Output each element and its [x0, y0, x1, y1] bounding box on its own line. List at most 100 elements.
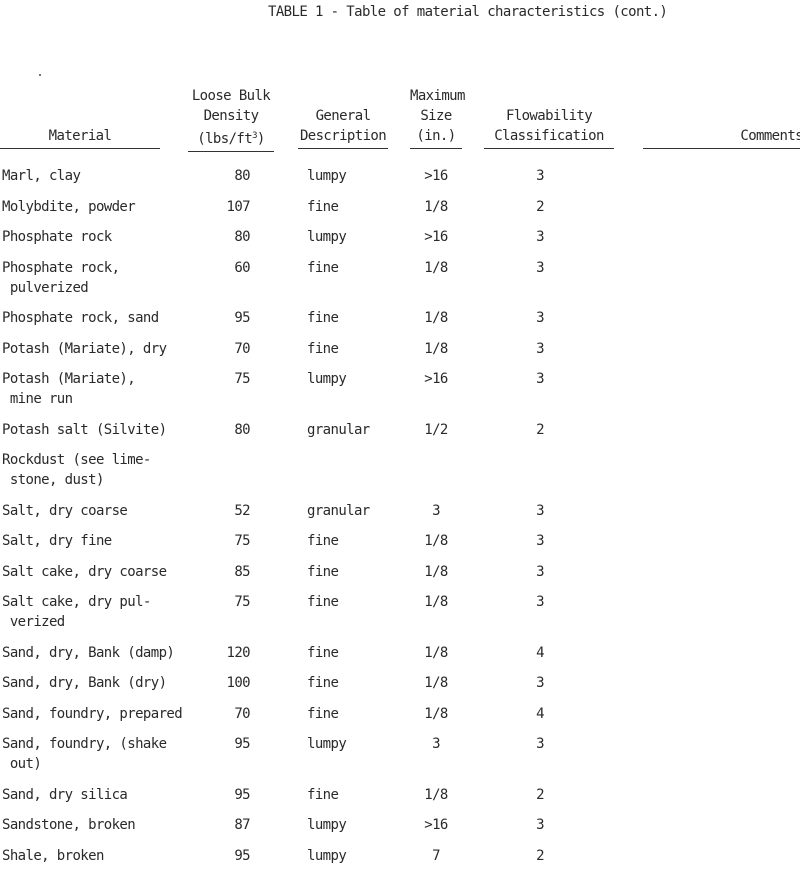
cell-description: lumpy	[307, 229, 347, 245]
cell-density: 95	[234, 786, 250, 803]
cell-material: Potash (Mariate), dry	[2, 340, 167, 357]
header-flow-line1: Flowability	[505, 108, 593, 124]
cell-material: Phosphate rock, sand	[2, 310, 159, 326]
cell-description: fine	[307, 533, 339, 549]
cell-flowability: 2	[536, 421, 544, 438]
cell-max-size: 1/8	[424, 340, 448, 357]
cell-material: Sand, foundry, (shake out)	[2, 736, 167, 772]
cell-max-size: >16	[424, 817, 448, 833]
cell-material: Phosphate rock, pulverized	[2, 259, 120, 296]
cell-description: fine	[307, 675, 339, 691]
cell-max-size: 3	[432, 736, 440, 752]
cell-flowability: 2	[536, 786, 544, 803]
table-title: TABLE 1 - Table of material characterist…	[268, 4, 668, 20]
cell-max-size: 7	[432, 847, 440, 864]
cell-flowability: 3	[536, 229, 544, 245]
cell-material: Sandstone, broken	[2, 817, 136, 833]
cell-description: granular	[307, 502, 370, 519]
cell-flowability: 3	[536, 340, 544, 357]
cell-material: Sand, dry silica	[2, 786, 128, 803]
cell-description: fine	[307, 259, 339, 276]
cell-material: Molybdite, powder	[2, 198, 136, 215]
cell-max-size: 1/8	[424, 533, 448, 549]
cell-material: Potash salt (Silvite)	[2, 421, 167, 438]
cell-density: 60	[234, 259, 250, 276]
header-density-line1: Loose Bulk	[191, 88, 271, 104]
header-flowability: Flowability Classification	[484, 106, 614, 149]
header-size-line3: (in.)	[410, 126, 462, 149]
cell-description: fine	[307, 644, 339, 661]
cell-flowability: 3	[536, 259, 544, 276]
cell-max-size: 1/8	[424, 644, 448, 661]
cell-max-size: 3	[432, 502, 440, 519]
header-density-unit: (lbs/ft	[197, 131, 253, 147]
cell-density: 70	[234, 705, 250, 722]
cell-flowability: 3	[536, 310, 544, 326]
cell-material: Marl, clay	[2, 168, 81, 184]
cell-density: 75	[234, 533, 250, 549]
header-flow-line2: Classification	[484, 126, 614, 149]
header-size-line2: Size	[420, 108, 452, 124]
cell-description: lumpy	[307, 168, 347, 184]
cell-description: lumpy	[307, 817, 347, 833]
header-max-size: Maximum Size (in.)	[410, 86, 465, 149]
cell-flowability: 3	[536, 594, 544, 610]
cell-max-size: 1/8	[424, 563, 448, 580]
cell-max-size: 1/8	[424, 675, 448, 691]
cell-flowability: 3	[536, 675, 544, 691]
cell-material: Potash (Mariate), mine run	[2, 371, 136, 407]
cell-flowability: 3	[536, 817, 544, 833]
cell-flowability: 4	[536, 705, 544, 722]
cell-density: 80	[234, 421, 250, 438]
cell-max-size: 1/2	[424, 421, 448, 438]
cell-description: fine	[307, 310, 339, 326]
cell-max-size: >16	[424, 168, 448, 184]
cell-density: 95	[234, 310, 250, 326]
cell-flowability: 3	[536, 502, 544, 519]
cell-material: Sand, dry, Bank (damp)	[2, 644, 175, 661]
cell-description: fine	[307, 705, 339, 722]
cell-density: 52	[234, 502, 250, 519]
header-comments-label: Comments	[643, 126, 800, 149]
cell-description: fine	[307, 594, 339, 610]
cell-flowability: 3	[536, 371, 544, 387]
header-description-line1: General	[315, 108, 371, 124]
cell-density: 120	[226, 644, 251, 661]
header-description-line2: Description	[298, 126, 388, 149]
cell-density: 107	[226, 198, 251, 215]
cell-max-size: 1/8	[424, 198, 448, 215]
cell-max-size: 1/8	[424, 705, 448, 722]
header-comments: Comments	[643, 126, 800, 149]
cell-density: 95	[234, 736, 250, 752]
cell-density: 70	[234, 340, 250, 357]
header-description: General Description	[298, 106, 388, 149]
header-material: Material	[0, 126, 160, 149]
cell-density: 85	[234, 563, 250, 580]
cell-description: fine	[307, 198, 339, 215]
cell-description: lumpy	[307, 847, 347, 864]
cell-max-size: 1/8	[424, 259, 448, 276]
cell-material: Phosphate rock	[2, 229, 112, 245]
cell-description: fine	[307, 563, 339, 580]
cell-max-size: >16	[424, 229, 448, 245]
cell-density: 80	[234, 229, 250, 245]
cell-flowability: 2	[536, 198, 544, 215]
cell-material: Rockdust (see lime- stone, dust)	[2, 452, 151, 488]
cell-flowability: 2	[536, 847, 544, 864]
cell-max-size: 1/8	[424, 310, 448, 326]
scan-speck	[39, 74, 41, 76]
cell-flowability: 3	[536, 168, 544, 184]
cell-density: 80	[234, 168, 250, 184]
header-size-line1: Maximum	[410, 88, 465, 104]
cell-flowability: 4	[536, 644, 544, 661]
cell-flowability: 3	[536, 736, 544, 752]
cell-flowability: 3	[536, 533, 544, 549]
header-density: Loose Bulk Density (lbs/ft3)	[188, 86, 274, 152]
cell-max-size: 1/8	[424, 594, 448, 610]
header-material-label: Material	[0, 126, 160, 149]
cell-material: Sand, dry, Bank (dry)	[2, 675, 167, 691]
cell-material: Salt cake, dry coarse	[2, 563, 167, 580]
cell-max-size: >16	[424, 371, 448, 387]
cell-description: fine	[307, 340, 339, 357]
cell-density: 100	[226, 675, 251, 691]
